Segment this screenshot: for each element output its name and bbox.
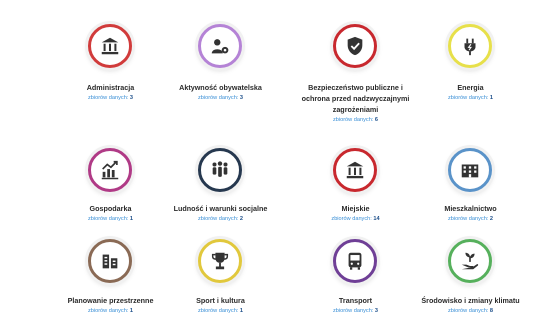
category-icon-ring [333, 239, 377, 283]
category-title: Mieszkalnictwo [444, 204, 497, 213]
user-gear-icon [211, 39, 229, 54]
dataset-count: zbiorów danych: 2 [447, 216, 494, 222]
category-icon-ring [88, 239, 132, 283]
category-title: Energia [457, 83, 484, 92]
category-title: Ludność i warunki socjalne [173, 204, 268, 213]
category-icon-ring [333, 24, 377, 68]
category-icon-ring [88, 148, 132, 192]
city-plan-icon [102, 254, 118, 269]
dataset-count: zbiorów danych: 3 [197, 95, 244, 101]
category-title-line: zagrożeniami [332, 105, 379, 114]
plant-hand-icon [461, 252, 479, 270]
category-icon-ring [198, 24, 242, 68]
category-title: Sport i kultura [196, 296, 245, 305]
category-title: Środowisko i zmiany klimatu [421, 296, 520, 305]
category-icon-ring [448, 24, 492, 68]
dataset-count: zbiorów danych: 2 [197, 216, 244, 222]
bank-icon [101, 37, 119, 55]
trophy-icon [211, 252, 229, 270]
building-columns-icon [346, 161, 364, 179]
shield-check-icon [347, 36, 363, 56]
houses-icon [461, 164, 479, 178]
chart-growth-icon [101, 160, 119, 180]
dataset-count: zbiorów danych: 8 [447, 308, 494, 314]
category-icon-ring [448, 148, 492, 192]
category-icon-ring [88, 24, 132, 68]
dataset-count: zbiorów danych: 6 [332, 117, 379, 123]
people-icon [212, 161, 228, 177]
category-title: Aktywność obywatelska [179, 83, 262, 92]
category-grid: Administracja zbiorów danych: 3 Aktywnoś… [0, 0, 543, 327]
dataset-count: zbiorów danych: 1 [447, 95, 494, 101]
category-icon-ring [448, 239, 492, 283]
category-icon-ring [198, 239, 242, 283]
category-icon-ring [198, 148, 242, 192]
dataset-count: zbiorów danych: 1 [197, 308, 244, 314]
bus-icon [348, 252, 362, 270]
plug-icon [464, 38, 476, 56]
category-icon-ring [333, 148, 377, 192]
